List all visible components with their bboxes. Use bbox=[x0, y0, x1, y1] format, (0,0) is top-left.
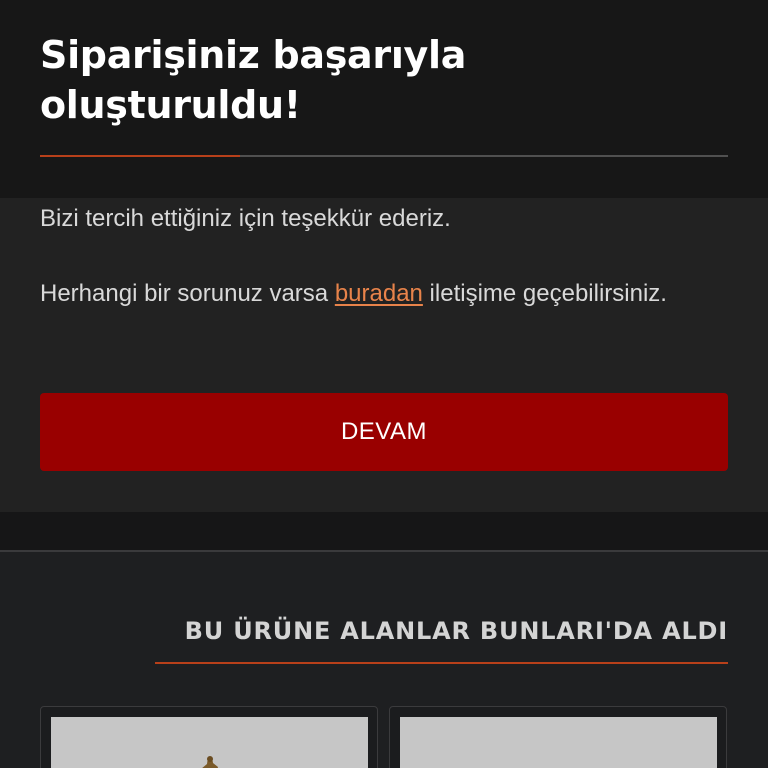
section-gap bbox=[0, 512, 768, 550]
page-title: Siparişiniz başarıyla oluşturuldu! bbox=[40, 33, 467, 127]
recommendations-title: BU ÜRÜNE ALANLAR BUNLARI'DA ALDI bbox=[184, 617, 728, 645]
continue-button[interactable]: DEVAM bbox=[40, 393, 728, 471]
product-card[interactable] bbox=[389, 706, 727, 768]
product-card[interactable] bbox=[40, 706, 378, 768]
product-image bbox=[400, 717, 717, 768]
contact-link[interactable]: buradan bbox=[335, 280, 423, 307]
contact-prefix: Herhangi bir sorunuz varsa bbox=[40, 280, 335, 307]
contact-suffix: iletişime geçebilirsiniz. bbox=[422, 280, 667, 307]
title-divider-accent bbox=[40, 155, 240, 157]
recommendations-divider bbox=[155, 662, 728, 664]
thanks-message: Bizi tercih ettiğiniz için teşekkür eder… bbox=[40, 205, 451, 232]
product-image bbox=[51, 717, 368, 768]
title-divider bbox=[40, 155, 728, 157]
contact-message: Herhangi bir sorunuz varsa buradan ileti… bbox=[40, 274, 700, 314]
figurine-icon bbox=[202, 756, 218, 768]
